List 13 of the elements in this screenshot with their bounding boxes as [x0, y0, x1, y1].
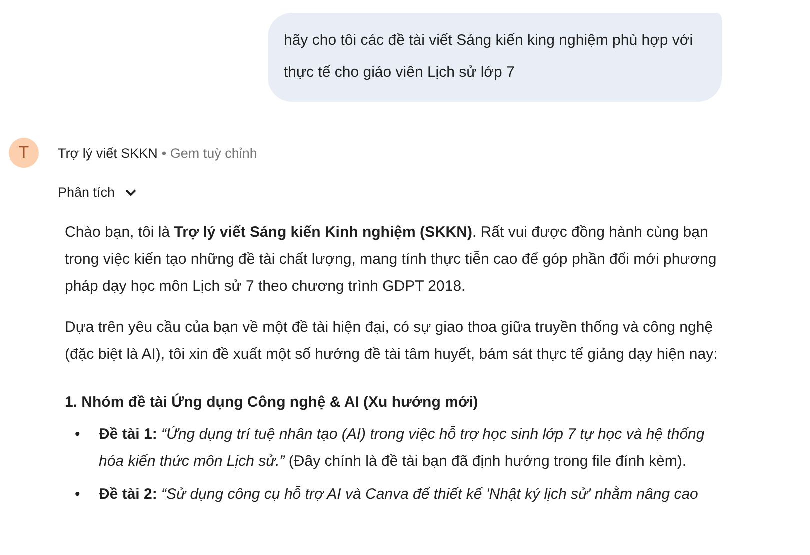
- assistant-name: Trợ lý viết SKKN: [58, 146, 158, 160]
- response-paragraph: Chào bạn, tôi là Trợ lý viết Sáng kiến Kinh nghiệm (SKKN). Rất vui được đồng hành cùng bạn trong việc kiến tạo những đề tài chất lượng, mang tính thực tiễn cao để góp phần đổi mới phương pháp dạy học môn Lịch sử 7 theo chương trình GDPT 2018.: [65, 223, 718, 297]
- response-paragraph: Dựa trên yêu cầu của bạn về một đề tài hiện đại, có sự giao thoa giữa truyền thống và công nghệ (đặc biệt là AI), tôi xin đề xuất một số hướng đề tài tâm huyết, bám sát thực tế giảng dạy hiện nay:: [65, 318, 719, 365]
- bullet-marker: •: [75, 425, 82, 445]
- assistant-avatar: T: [9, 138, 39, 168]
- chevron-icon: [125, 188, 138, 196]
- user-message: hãy cho tôi các đề tài viết Sáng kiến king nghiệm phù hợp với thực tế cho giáo viên Lịch sử lớp 7: [268, 13, 722, 102]
- section-heading: 1. Nhóm đề tài Ứng dụng Công nghệ & AI (Xu hướng mới): [65, 392, 480, 413]
- assistant-subtitle: • Gem tuỳ chỉnh: [162, 146, 258, 160]
- topic-item: Đề tài 1: “Ứng dụng trí tuệ nhân tạo (AI) trong việc hỗ trợ học sinh lớp 7 tự học và hệ thống hóa kiến thức môn Lịch sử.” (Đây chính là đề tài bạn đã định hướng trong file đính kèm).: [99, 425, 706, 472]
- bullet-marker: •: [75, 485, 82, 505]
- analysis-toggle[interactable]: Phân tích: [58, 185, 138, 200]
- topic-item: Đề tài 2: “Sử dụng công cụ hỗ trợ AI và Canva để thiết kế 'Nhật ký lịch sử' nhằm nâng cao: [99, 485, 700, 505]
